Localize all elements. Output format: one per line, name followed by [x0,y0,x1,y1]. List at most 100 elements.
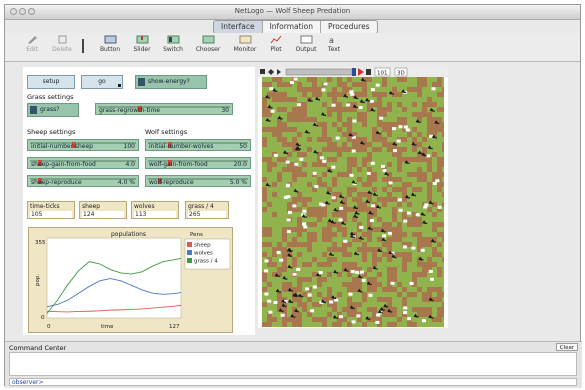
monitor-value: 124 [82,211,124,218]
monitor-value: 265 [188,211,226,218]
tab-information[interactable]: Information [263,21,321,33]
command-input-row[interactable]: observer> [9,378,577,386]
world-canvas[interactable] [262,77,447,327]
sheep-agent [406,211,411,215]
switch-knob [138,78,145,86]
monitor-value: 113 [134,211,176,218]
setup-button[interactable]: setup [27,75,75,89]
add-monitor-widget[interactable]: Monitor [230,35,260,53]
speed-fast-icon[interactable] [277,69,281,75]
sheep-agent [285,160,290,164]
x-max-label: 127 [169,324,180,330]
wolf-reproduce-slider[interactable]: wolf-reproduce 5.0 % [145,175,251,187]
slider-label: initial-number-sheep [31,143,93,150]
add-button-widget[interactable]: Button [98,35,122,53]
delete-button[interactable]: Delete [49,35,75,53]
legend-swatch [187,242,192,247]
grass-switch[interactable]: grass? [27,103,79,117]
sheep-agent [338,218,343,222]
sheep-agent [321,88,326,92]
add-output-widget[interactable]: Output [293,35,319,53]
sheep-agent [346,103,351,107]
sheep-agent [331,196,336,200]
go-button[interactable]: go [81,75,123,89]
plot-widget-icon [270,35,281,44]
add-switch-widget[interactable]: Switch [160,35,186,53]
edit-button[interactable]: Edit [23,35,41,53]
sheep-agent [338,315,343,319]
monitor-label: wolves [134,203,155,210]
tab-procedures[interactable]: Procedures [321,21,377,33]
speed-slider-thumb[interactable] [352,68,356,76]
legend-swatch [187,250,192,255]
agent-selector[interactable]: observer> [10,379,44,386]
title-bar: NetLogo — Wolf Sheep Predation [5,5,580,20]
view-controls: 101 3D [260,67,408,77]
play-icon[interactable] [358,68,364,76]
slider-value: 4.0 [125,161,135,168]
legend-label: grass / 4 [194,259,218,265]
slider-value: 100 [123,143,135,150]
sheep-agent [331,165,336,169]
sheep-monitor: sheep 124 [79,201,127,219]
command-output [9,352,577,376]
sheep-reproduce-slider[interactable]: sheep-reproduce 4.0 % [27,175,139,187]
button-widget-icon [104,35,116,44]
pause-icon[interactable] [366,69,371,75]
clear-button[interactable]: Clear [556,343,578,351]
monitor-label: grass / 4 [188,203,214,210]
sheep-agent [289,81,294,84]
sheep-agent [349,173,354,177]
sheep-agent [379,116,384,120]
edit-label: Edit [26,46,38,53]
wolf-gain-from-food-slider[interactable]: wolf-gain-from-food 20.0 [145,157,251,169]
world-view[interactable] [262,77,447,327]
add-plot-widget[interactable]: Plot [267,35,285,53]
add-slider-widget[interactable]: Slider [131,35,153,53]
sheep-agent [403,125,408,129]
sheep-agent [405,128,410,132]
slider-label: grass-regrowth-time [99,107,160,114]
sheep-gain-from-food-slider[interactable]: sheep-gain-from-food 4.0 [27,157,139,169]
slider-value: 4.0 % [117,179,135,186]
sheep-agent [305,287,310,291]
slider-value: 50 [239,143,247,150]
sheep-agent [293,77,298,81]
wolves-monitor: wolves 113 [131,201,179,219]
speed-slider[interactable] [285,68,353,76]
sheep-agent [370,88,375,92]
speed-slow-icon[interactable] [260,69,265,74]
add-chooser-widget[interactable]: Chooser [192,35,224,53]
slider-label: sheep-gain-from-food [31,161,96,168]
wolf-agent [429,107,435,112]
output-widget-icon [300,35,312,44]
sheep-agent [299,157,304,161]
sheep-agent [375,320,380,324]
sheep-agent [371,204,376,208]
initial-number-wolves-slider[interactable]: initial-number-wolves 50 [145,139,251,151]
slider-value: 20.0 [233,161,247,168]
switch-knob [30,106,37,114]
chooser-tool-label: Chooser [195,46,221,53]
sheep-agent [331,103,336,107]
grass-settings-heading: Grass settings [27,93,74,101]
sheep-agent [312,285,317,289]
initial-number-sheep-slider[interactable]: initial-number-sheep 100 [27,139,139,151]
sheep-agent [369,99,374,103]
toolbar: Edit Delete Button Slider Switch Chooser… [5,33,580,62]
y-axis-label: pop. [35,274,41,286]
chooser-widget-icon [202,35,214,44]
sheep-agent [264,292,269,296]
show-energy-switch[interactable]: show-energy? [135,75,207,89]
wolf-agent [372,192,378,197]
svg-text:a: a [329,36,334,44]
tab-interface[interactable]: Interface [214,21,263,33]
grass-regrowth-time-slider[interactable]: grass-regrowth-time 30 [95,103,233,115]
speed-normal-icon[interactable] [268,69,274,75]
sheep-agent [286,195,291,199]
sheep-agent [352,119,357,123]
switch-widget-icon [167,35,179,44]
sheep-agent [397,198,402,202]
add-text-widget[interactable]: a Text [324,35,344,53]
toolbar-separator [82,39,84,53]
